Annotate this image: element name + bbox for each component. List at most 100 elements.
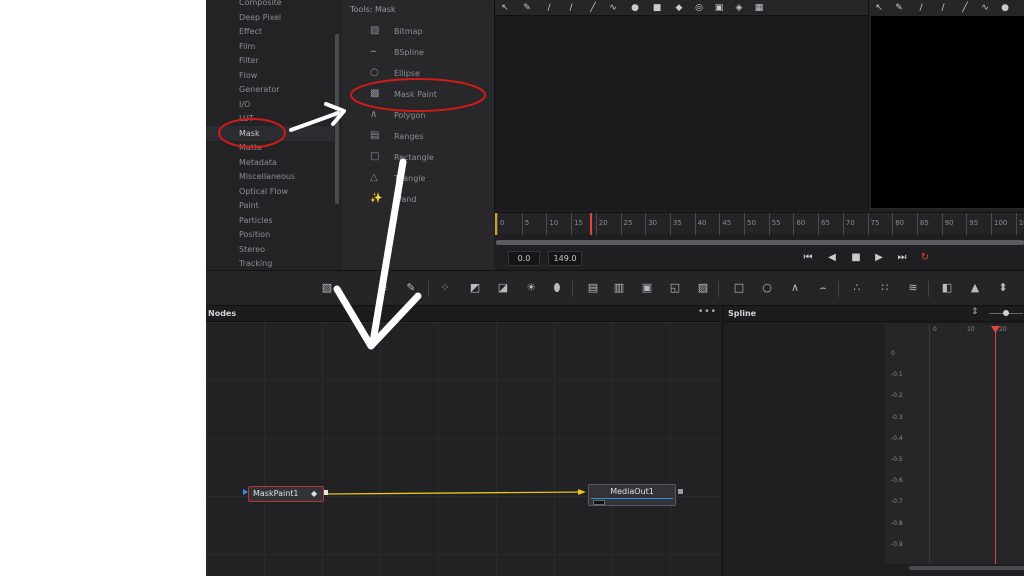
paint-tool-icon[interactable]: ✎ bbox=[404, 281, 418, 295]
stop-icon[interactable]: ■ bbox=[849, 252, 863, 264]
category-item-stereo[interactable]: Stereo bbox=[239, 245, 265, 254]
tool-item-polygon[interactable]: ∧ Polygon bbox=[370, 108, 490, 124]
category-item-position[interactable]: Position bbox=[239, 230, 270, 239]
zoom-stepper-icon[interactable]: ⇕ bbox=[971, 307, 979, 317]
category-item-i-o[interactable]: I/O bbox=[239, 100, 250, 109]
polygon-mask-icon[interactable]: ∧ bbox=[788, 281, 802, 295]
channel-booleans-icon[interactable]: ▣ bbox=[640, 281, 654, 295]
multistroke-icon[interactable]: ∕ bbox=[937, 2, 949, 14]
square-icon[interactable]: ■ bbox=[651, 2, 663, 14]
play-reverse-icon[interactable]: ◀ bbox=[825, 252, 839, 264]
viewer-left[interactable]: ↖ ✎ ∕ ∕ ╱ ∿ ● ■ ◆ ◎ ▣ ◈ ▦ bbox=[494, 0, 869, 210]
text-tool-icon[interactable]: ≡ bbox=[376, 281, 390, 295]
ellipse-mask-icon[interactable]: ○ bbox=[760, 281, 774, 295]
tool-item-wand[interactable]: ✨ Wand bbox=[370, 192, 490, 208]
tool-item-bspline[interactable]: ⌢ BSpline bbox=[370, 45, 490, 61]
paint-stroke-icon[interactable]: ∕ bbox=[543, 2, 555, 14]
color-curves-icon[interactable]: ◪ bbox=[496, 281, 510, 295]
category-item-paint[interactable]: Paint bbox=[239, 201, 259, 210]
category-item-lut[interactable]: LUT bbox=[239, 114, 254, 123]
grid-icon[interactable]: ▦ bbox=[753, 2, 765, 14]
paint-brush-icon[interactable]: ✎ bbox=[521, 2, 533, 14]
current-time-field[interactable]: 0.0 bbox=[508, 251, 540, 266]
crop-tool-icon[interactable]: ▨ bbox=[696, 281, 710, 295]
tool-item-ranges[interactable]: ▤ Ranges bbox=[370, 129, 490, 145]
color-drop-icon[interactable]: ⬮ bbox=[550, 281, 564, 295]
category-item-tracking[interactable]: Tracking bbox=[239, 259, 272, 268]
category-item-generator[interactable]: Generator bbox=[239, 85, 280, 94]
category-item-mask[interactable]: Mask bbox=[239, 129, 260, 138]
background-tool-icon[interactable]: ▧ bbox=[320, 281, 334, 295]
pointer-icon[interactable]: ↖ bbox=[873, 2, 885, 14]
spline-editor-panel[interactable]: Spline ⇕ 0 -0.1 -0.2 -0.3 -0.4 -0.5 -0.6 -0.7 -0… bbox=[722, 306, 1024, 576]
category-item-matte[interactable]: Matte bbox=[239, 143, 262, 152]
render3d-icon[interactable]: ⬍ bbox=[996, 281, 1010, 295]
point-icon[interactable]: ● bbox=[999, 2, 1011, 14]
eraser-icon[interactable]: ◈ bbox=[733, 2, 745, 14]
curve-icon[interactable]: ∿ bbox=[607, 2, 619, 14]
line-icon[interactable]: ╱ bbox=[959, 2, 971, 14]
rectangle-mask-icon[interactable]: □ bbox=[732, 281, 746, 295]
viewer-right[interactable]: ↖ ✎ ∕ ∕ ╱ ∿ ● bbox=[868, 0, 1024, 210]
go-to-start-icon[interactable]: ⏮ bbox=[801, 252, 815, 264]
shape3d-icon[interactable]: ◧ bbox=[940, 281, 954, 295]
loader-tool-icon[interactable]: ▤ bbox=[586, 281, 600, 295]
node-maskpaint1[interactable]: MaskPaint1 ◆ bbox=[248, 486, 324, 502]
category-item-miscellaneous[interactable]: Miscellaneous bbox=[239, 172, 295, 181]
tool-item-ellipse[interactable]: ○ Ellipse bbox=[370, 66, 490, 82]
paint-stroke-icon[interactable]: ∕ bbox=[915, 2, 927, 14]
node-editor-panel[interactable]: Nodes ••• MaskPaint1 ◆ MediaOut1 bbox=[206, 306, 720, 576]
category-item-optical-flow[interactable]: Optical Flow bbox=[239, 187, 288, 196]
bspline-mask-icon[interactable]: ⌢ bbox=[816, 281, 830, 295]
category-item-film[interactable]: Film bbox=[239, 42, 255, 51]
timeline-scrollbar[interactable] bbox=[496, 240, 1024, 245]
spline-playhead[interactable] bbox=[995, 330, 996, 564]
merge3d-icon[interactable]: ▲ bbox=[968, 281, 982, 295]
color-corrector-icon[interactable]: ◩ bbox=[468, 281, 482, 295]
brightness-contrast-icon[interactable]: ☀ bbox=[524, 281, 538, 295]
ruler-tick bbox=[991, 213, 992, 235]
transform-tool-icon[interactable]: ◱ bbox=[668, 281, 682, 295]
timeline-playhead[interactable] bbox=[590, 213, 592, 235]
tool-item-rectangle[interactable]: □ Rectangle bbox=[370, 150, 490, 166]
category-item-deep-pixel[interactable]: Deep Pixel bbox=[239, 13, 281, 22]
stamp-icon[interactable]: ◆ bbox=[673, 2, 685, 14]
multistroke-icon[interactable]: ∕ bbox=[565, 2, 577, 14]
spline-graph[interactable]: 0 -0.1 -0.2 -0.3 -0.4 -0.5 -0.6 -0.7 -0.8 -0.9 0 10… bbox=[885, 324, 1024, 564]
loop-icon[interactable]: ↻ bbox=[918, 252, 932, 264]
line-icon[interactable]: ╱ bbox=[587, 2, 599, 14]
category-item-metadata[interactable]: Metadata bbox=[239, 158, 277, 167]
category-item-effect[interactable]: Effect bbox=[239, 27, 262, 36]
rectangle-icon: □ bbox=[370, 151, 380, 162]
tool-item-bitmap[interactable]: ▧ Bitmap bbox=[370, 24, 490, 40]
paint-brush-icon[interactable]: ✎ bbox=[893, 2, 905, 14]
curve-icon[interactable]: ∿ bbox=[979, 2, 991, 14]
ruler-label: 50 bbox=[747, 219, 756, 227]
spline-zoom-slider-handle[interactable] bbox=[1003, 310, 1009, 316]
blur-tool-icon[interactable]: ⁘ bbox=[438, 281, 452, 295]
end-time-field[interactable]: 149.0 bbox=[548, 251, 582, 266]
timeline-ruler[interactable]: 0 5 10 15 20 25 30 35 40 45 50 55 60 65 70 75 80 85 90 95 10… bbox=[494, 212, 1024, 235]
go-to-end-icon[interactable]: ⏭ bbox=[895, 252, 909, 264]
category-item-particles[interactable]: Particles bbox=[239, 216, 273, 225]
spline-y-label: -0.9 bbox=[891, 540, 903, 548]
tool-item-mask-paint[interactable]: ▩ Mask Paint bbox=[370, 87, 490, 103]
particle-forces-icon[interactable]: ≋ bbox=[906, 281, 920, 295]
point-icon[interactable]: ● bbox=[629, 2, 641, 14]
node-mediaout1[interactable]: MediaOut1 bbox=[588, 484, 676, 506]
category-item-filter[interactable]: Filter bbox=[239, 56, 259, 65]
node-output-port[interactable] bbox=[678, 489, 683, 494]
play-icon[interactable]: ▶ bbox=[872, 252, 886, 264]
category-item-flow[interactable]: Flow bbox=[239, 71, 257, 80]
pointer-icon[interactable]: ↖ bbox=[499, 2, 511, 14]
clone-icon[interactable]: ▣ bbox=[713, 2, 725, 14]
particle-render-icon[interactable]: ∷ bbox=[878, 281, 892, 295]
spline-scrollbar[interactable] bbox=[909, 566, 1024, 570]
render-start-marker[interactable] bbox=[495, 213, 497, 235]
category-scrollbar[interactable] bbox=[335, 34, 339, 204]
tool-item-triangle[interactable]: △ Triangle bbox=[370, 171, 490, 187]
merge-tool-icon[interactable]: ▥ bbox=[612, 281, 626, 295]
particle-emitter-icon[interactable]: ∴ bbox=[850, 281, 864, 295]
circle-fill-icon[interactable]: ◎ bbox=[693, 2, 705, 14]
category-item-composite[interactable]: Composite bbox=[239, 0, 282, 7]
